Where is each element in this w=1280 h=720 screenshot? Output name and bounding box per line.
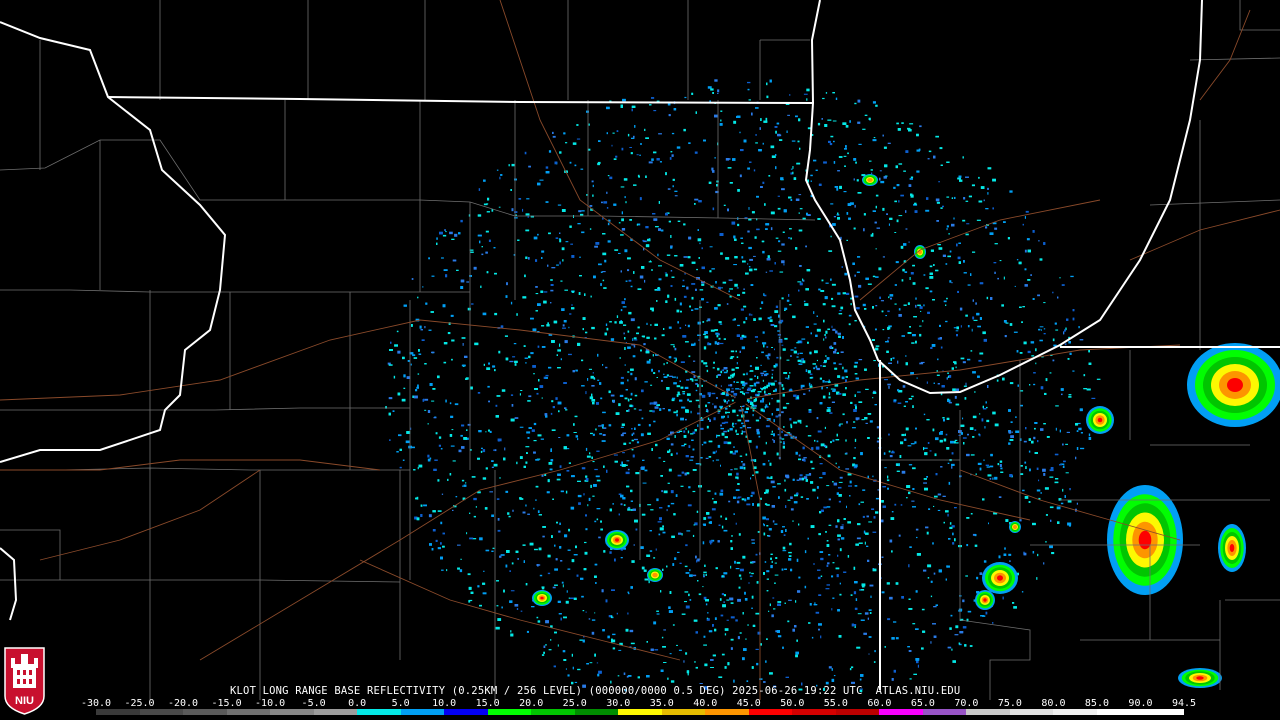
- color-scale-swatch: [835, 709, 880, 715]
- color-scale-swatch: [966, 709, 1010, 715]
- color-scale-swatch: [1053, 709, 1097, 715]
- color-scale-label: 70.0: [954, 698, 979, 709]
- color-scale-label: -30.0: [80, 698, 112, 709]
- color-scale-labels: -30.0 -25.0 -20.0 -15.0 -10.0 -5.0 0.0 5.0 10.0 1…: [81, 698, 1196, 709]
- storm-cell: [1187, 343, 1280, 427]
- color-scale-swatch: [574, 709, 619, 715]
- color-scale-label: -25.0: [124, 698, 155, 709]
- color-scale-swatch: [226, 709, 271, 715]
- color-scale-label: 65.0: [910, 698, 935, 709]
- storm-cell: [982, 562, 1018, 594]
- color-scale-label: 80.0: [1041, 698, 1066, 709]
- color-scale-bar: [96, 709, 1184, 715]
- map-background: [0, 0, 1280, 720]
- color-scale-swatch: [618, 709, 662, 715]
- color-scale-label: 5.0: [391, 698, 410, 709]
- color-scale-swatch: [357, 709, 401, 715]
- storm-cell: [1218, 524, 1246, 572]
- storm-cell: [1107, 485, 1183, 595]
- color-scale-label: 94.5: [1171, 698, 1197, 709]
- color-scale-swatch: [313, 709, 358, 715]
- color-scale-label: 15.0: [475, 698, 500, 709]
- color-scale-swatch: [444, 709, 488, 715]
- color-scale-label: 30.0: [606, 698, 631, 709]
- color-scale-label: 90.0: [1128, 698, 1153, 709]
- color-scale-label: 40.0: [693, 698, 718, 709]
- color-scale-label: 35.0: [649, 698, 674, 709]
- niu-logo: NIU: [4, 647, 45, 715]
- color-scale-label: 75.0: [997, 698, 1022, 709]
- radar-map: [0, 0, 1280, 720]
- color-scale-label: 85.0: [1084, 698, 1109, 709]
- color-scale-swatch: [705, 709, 749, 715]
- radar-site-marker: [735, 394, 747, 406]
- color-scale-swatch: [922, 709, 967, 715]
- storm-cell: [647, 568, 663, 582]
- color-scale-label: -15.0: [211, 698, 242, 709]
- color-scale-swatch: [96, 709, 140, 715]
- color-scale-swatch: [531, 709, 575, 715]
- color-scale-label: 50.0: [780, 698, 805, 709]
- color-scale-label: 25.0: [562, 698, 587, 709]
- color-scale-label: 20.0: [519, 698, 544, 709]
- storm-cell: [605, 530, 629, 550]
- storm-cell: [862, 174, 878, 186]
- color-scale-swatch: [270, 709, 314, 715]
- color-scale-label: 60.0: [867, 698, 892, 709]
- color-scale-swatch: [1009, 709, 1054, 715]
- color-scale-label: -20.0: [167, 698, 199, 709]
- color-scale-swatch: [879, 709, 923, 715]
- color-scale-swatch: [792, 709, 836, 715]
- color-scale-label: -10.0: [255, 698, 286, 709]
- color-scale-swatch: [487, 709, 532, 715]
- storm-cell: [914, 245, 926, 259]
- color-scale-swatch: [139, 709, 184, 715]
- color-scale-label: -5.0: [301, 698, 326, 709]
- color-scale-label: 0.0: [348, 698, 367, 709]
- color-scale-label: 55.0: [823, 698, 848, 709]
- color-scale-swatch: [400, 709, 445, 715]
- storm-cell: [1009, 521, 1021, 533]
- color-scale-label: 10.0: [432, 698, 457, 709]
- color-scale-swatch: [1096, 709, 1141, 715]
- storm-cell: [975, 590, 995, 610]
- color-scale-swatch: [748, 709, 793, 715]
- color-scale-swatch: [183, 709, 227, 715]
- color-scale-swatch: [661, 709, 706, 715]
- product-title: KLOT LONG RANGE BASE REFLECTIVITY (0.25K…: [230, 685, 961, 697]
- storm-cell: [1178, 668, 1222, 688]
- color-scale-label: 45.0: [736, 698, 761, 709]
- storm-cell: [1086, 406, 1114, 434]
- color-scale-swatch: [1140, 709, 1184, 715]
- storm-cell: [532, 590, 552, 606]
- logo-text: NIU: [15, 695, 34, 707]
